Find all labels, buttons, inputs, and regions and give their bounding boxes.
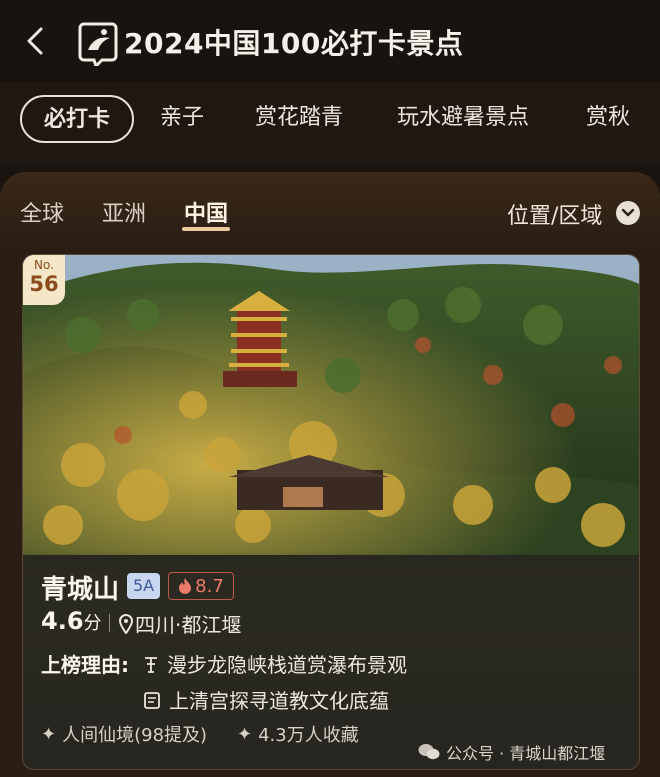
rating-unit: 分 bbox=[83, 613, 102, 634]
rating-value: 4.6 bbox=[41, 607, 84, 635]
divider bbox=[109, 614, 110, 632]
watermark-text: 公众号 · 青城山都江堰 bbox=[446, 744, 606, 763]
sparkle-icon: ✦ bbox=[237, 723, 253, 745]
attraction-photo bbox=[23, 255, 639, 555]
attraction-card[interactable]: No. 56 青城山 5A 8.7 4.6分 四川·都江堰 上榜理由: 漫步龙隐… bbox=[22, 254, 640, 770]
tab-flowers[interactable]: 赏花踏青 bbox=[255, 95, 343, 143]
temple-icon bbox=[144, 691, 160, 709]
chevron-down-icon bbox=[621, 208, 635, 217]
back-button[interactable] bbox=[18, 24, 52, 58]
top-bar: 2024中国100必打卡景点 bbox=[0, 0, 660, 82]
location-pin-icon bbox=[119, 613, 133, 634]
category-tabs: 必打卡 亲子 赏花踏青 玩水避暑景点 赏秋 bbox=[0, 82, 660, 164]
tag-item: ✦ 4.3万人收藏 bbox=[237, 721, 359, 747]
tab-water-summer[interactable]: 玩水避暑景点 bbox=[397, 95, 529, 143]
tab-family[interactable]: 亲子 bbox=[160, 95, 204, 143]
rank-badge: No. 56 bbox=[23, 255, 65, 305]
subtab-asia[interactable]: 亚洲 bbox=[102, 196, 146, 228]
tab-autumn[interactable]: 赏秋 bbox=[586, 95, 630, 143]
rank-number: 56 bbox=[29, 272, 59, 296]
page-title: 2024中国100必打卡景点 bbox=[124, 27, 464, 60]
wechat-icon bbox=[418, 744, 440, 760]
subtab-china[interactable]: 中国 bbox=[184, 196, 228, 228]
watermark: 公众号 · 青城山都江堰 bbox=[418, 740, 605, 764]
location[interactable]: 四川·都江堰 bbox=[119, 609, 241, 638]
attraction-name[interactable]: 青城山 bbox=[41, 569, 119, 606]
region-dropdown-button[interactable] bbox=[616, 201, 640, 225]
reason-item: 上清宫探寻道教文化底蕴 bbox=[143, 685, 389, 714]
rating: 4.6分 bbox=[41, 607, 102, 635]
reason-text: 上清宫探寻道教文化底蕴 bbox=[169, 689, 389, 713]
heat-badge: 8.7 bbox=[168, 572, 234, 600]
rank-prefix: No. bbox=[34, 258, 54, 272]
reason-label: 上榜理由: bbox=[41, 653, 129, 677]
tag-text: 4.3万人收藏 bbox=[258, 725, 359, 746]
logo-icon bbox=[78, 22, 118, 66]
active-subtab-indicator bbox=[182, 227, 230, 231]
region-filter[interactable]: 位置/区域 bbox=[507, 198, 602, 230]
location-text: 四川·都江堰 bbox=[135, 613, 242, 637]
chevron-left-icon bbox=[27, 27, 43, 55]
tab-must-visit[interactable]: 必打卡 bbox=[20, 95, 134, 143]
subtab-global[interactable]: 全球 bbox=[20, 196, 64, 228]
path-icon bbox=[145, 656, 157, 673]
heat-value: 8.7 bbox=[195, 575, 224, 597]
tag-item: ✦ 人间仙境(98提及) bbox=[41, 721, 207, 747]
reason-item: 漫步龙隐峡栈道赏瀑布景观 bbox=[143, 649, 407, 678]
reason-text: 漫步龙隐峡栈道赏瀑布景观 bbox=[167, 653, 407, 677]
sparkle-icon: ✦ bbox=[41, 723, 57, 745]
flame-icon bbox=[179, 578, 192, 594]
tag-text: 人间仙境(98提及) bbox=[62, 725, 208, 746]
level-badge: 5A bbox=[127, 573, 160, 599]
